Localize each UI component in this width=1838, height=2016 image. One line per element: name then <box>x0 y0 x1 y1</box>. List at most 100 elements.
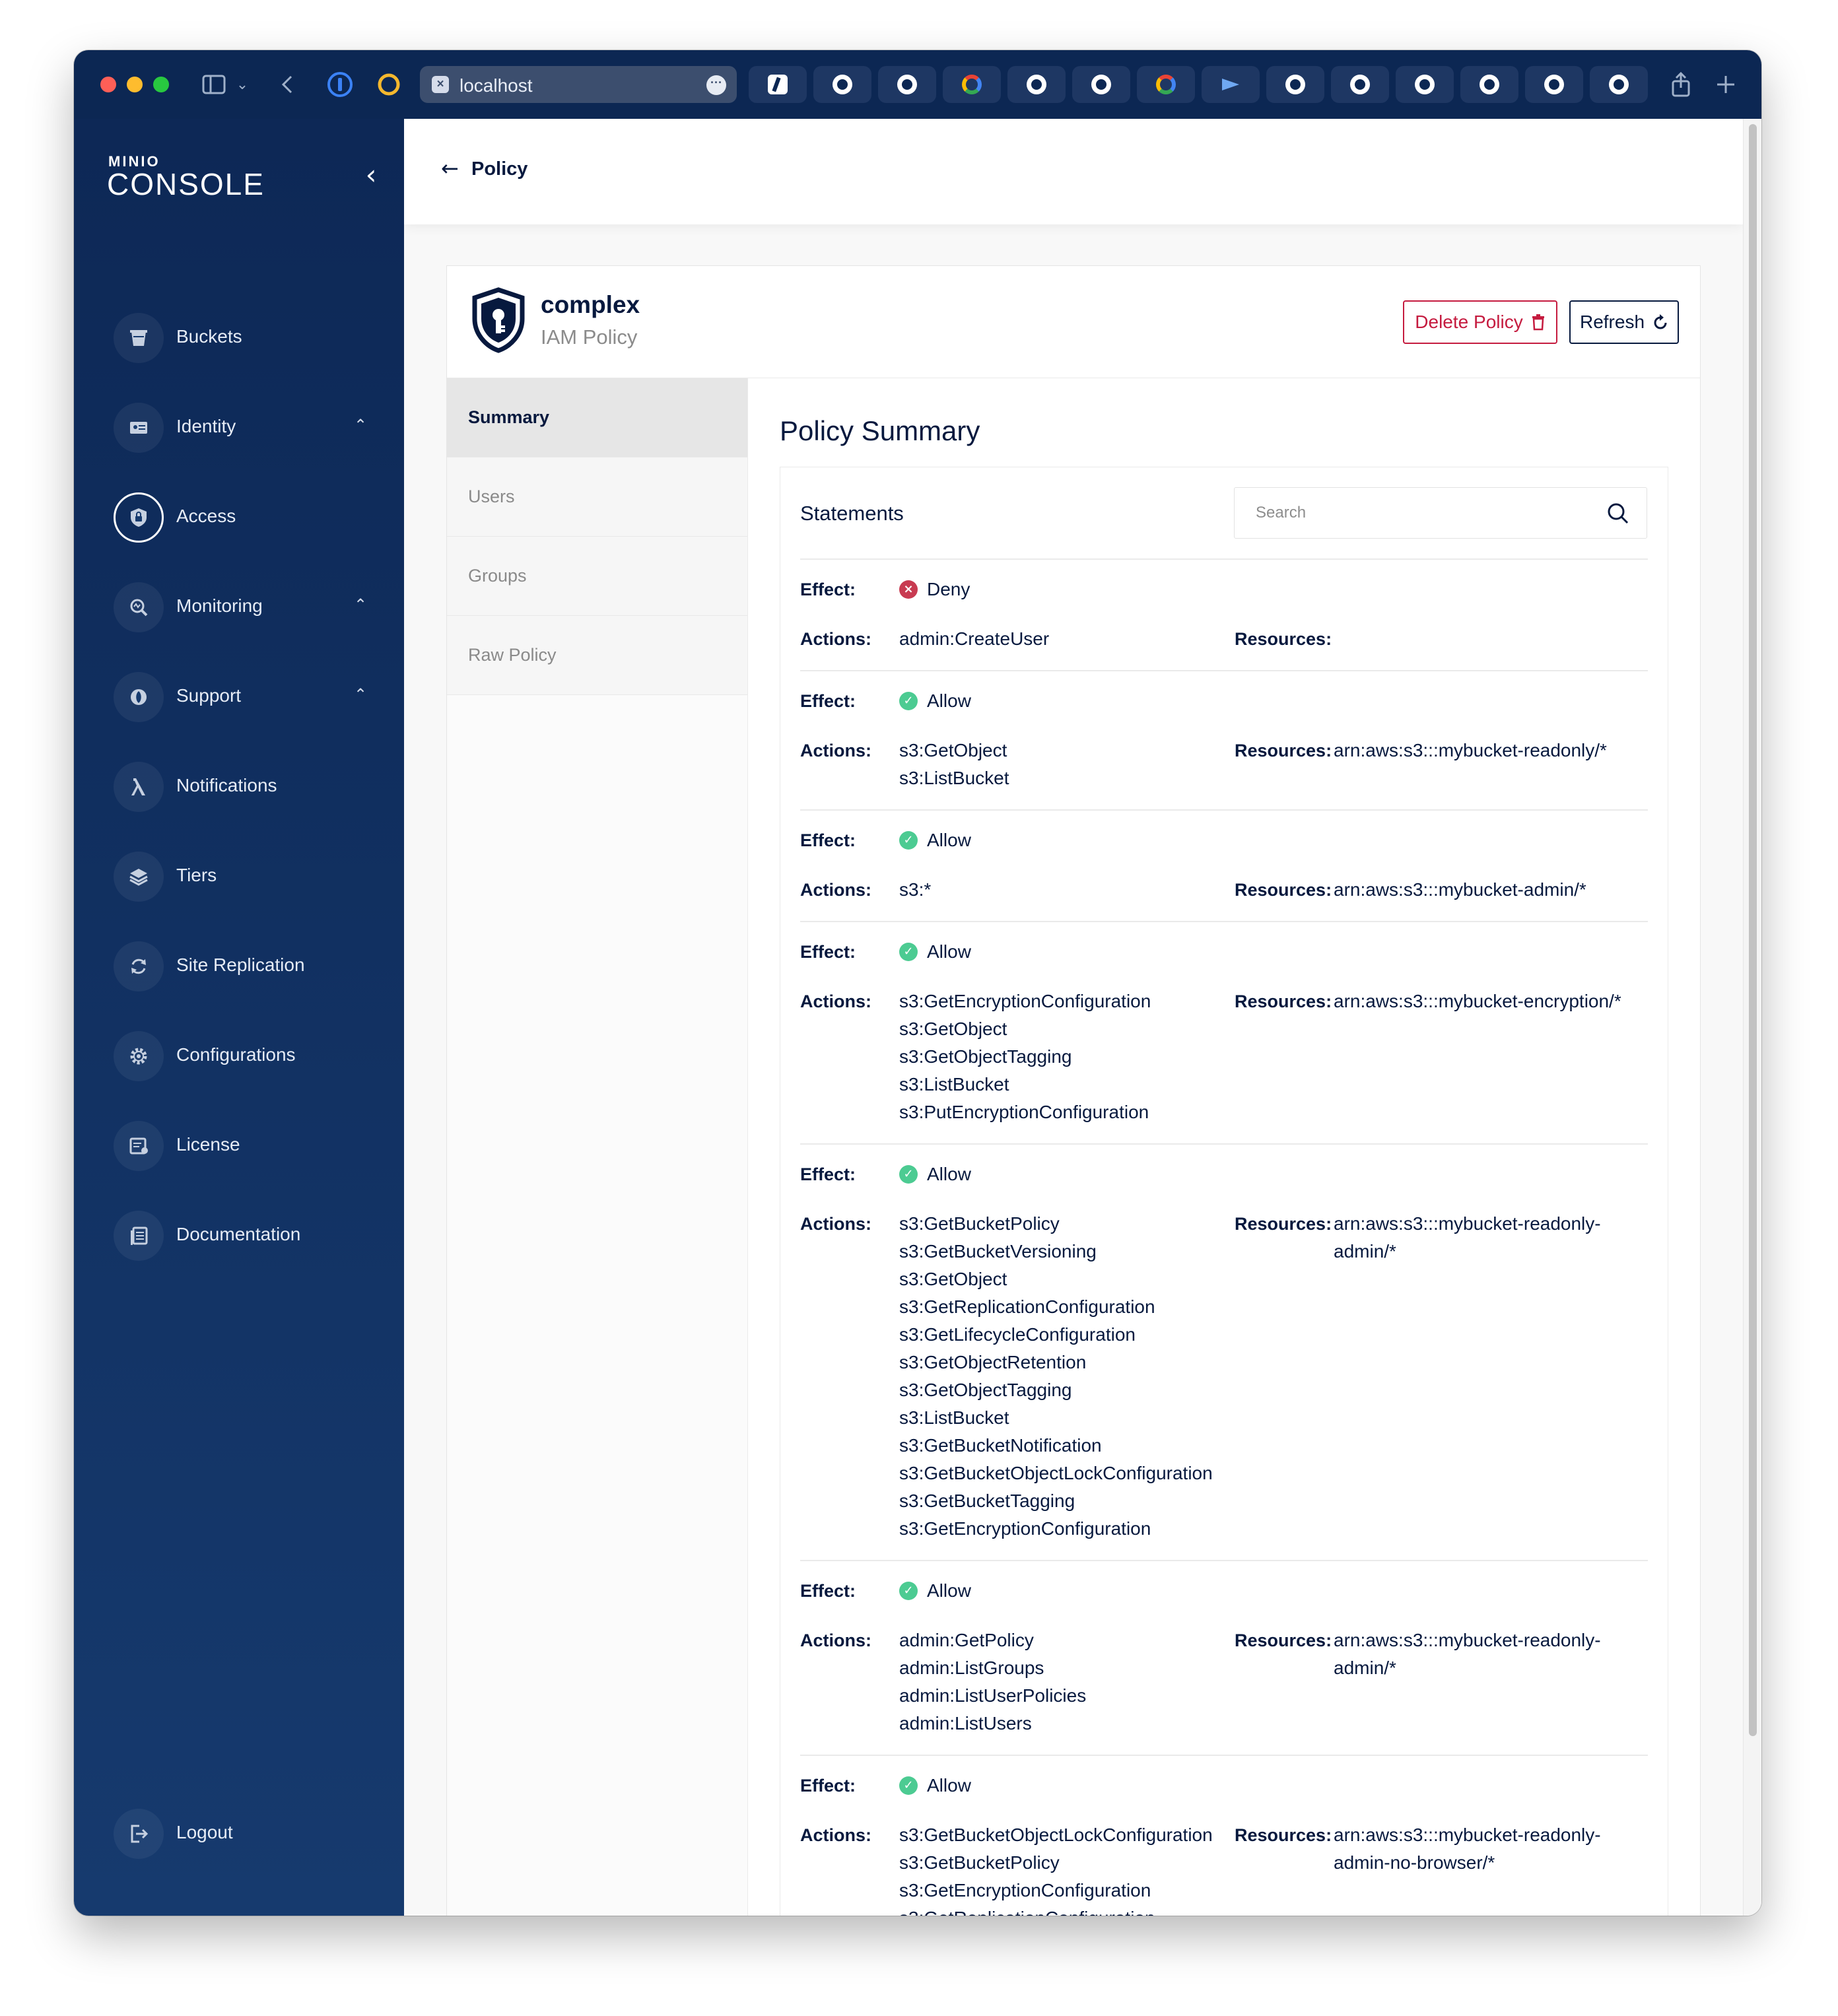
scrollbar-thumb[interactable] <box>1749 124 1757 1736</box>
tab-label: Raw Policy <box>468 645 557 665</box>
chevron-up-icon[interactable]: ⌃ <box>354 685 367 704</box>
resources-list: arn:aws:s3:::mybucket-encryption/* <box>1334 988 1648 1015</box>
action-item: s3:GetReplicationConfiguration <box>899 1904 1235 1916</box>
sidebar-item-site-replication[interactable]: Site Replication <box>74 935 404 998</box>
refresh-button[interactable]: Refresh <box>1569 300 1679 344</box>
browser-tab-github[interactable] <box>1007 66 1066 103</box>
sidebar-item-label: License <box>176 1134 240 1155</box>
sidebar-item-tiers[interactable]: Tiers <box>74 845 404 908</box>
browser-tab-github[interactable] <box>1072 66 1130 103</box>
tab-groups[interactable]: Groups <box>447 537 747 616</box>
new-tab-icon[interactable] <box>1713 69 1739 100</box>
tab-raw-policy[interactable]: Raw Policy <box>447 616 747 695</box>
maximize-window-button[interactable] <box>153 77 169 92</box>
tab-users[interactable]: Users <box>447 457 747 537</box>
action-item: s3:GetEncryptionConfiguration <box>899 991 1151 1011</box>
sidebar-item-label: Monitoring <box>176 595 263 616</box>
sidebar-item-support[interactable]: Support ⌃ <box>74 665 404 729</box>
chevron-down-icon[interactable]: ⌄ <box>232 69 252 100</box>
sidebar-item-license[interactable]: License <box>74 1114 404 1178</box>
chevron-up-icon[interactable]: ⌃ <box>354 416 367 434</box>
policy-summary-title: Policy Summary <box>780 415 980 446</box>
browser-window: ⌄ × localhost ··· MINIO CONSOLE ‹ Bucket… <box>74 50 1761 1916</box>
more-options-icon[interactable]: ··· <box>706 75 726 95</box>
browser-tab-github[interactable] <box>1396 66 1454 103</box>
policy-name: complex <box>541 291 640 318</box>
action-item: s3:GetBucketVersioning <box>899 1241 1097 1261</box>
back-arrow-icon[interactable]: ← <box>441 156 459 181</box>
browser-tab-github[interactable] <box>1266 66 1324 103</box>
browser-tab-github[interactable] <box>813 66 871 103</box>
chevron-up-icon[interactable]: ⌃ <box>354 595 367 614</box>
effect-row: Effect: ✓ Allow <box>800 1160 1648 1188</box>
collapse-sidebar-icon[interactable]: ‹ <box>358 158 384 191</box>
actions-row: Actions: s3:GetBucketObjectLockConfigurat… <box>800 1821 1648 1916</box>
resource-item: arn:aws:s3:::mybucket-readonly-admin-no-… <box>1334 1825 1601 1873</box>
address-bar[interactable]: × localhost ··· <box>420 66 737 103</box>
scrollbar[interactable] <box>1743 119 1761 1916</box>
monitoring-icon <box>114 582 164 632</box>
back-link[interactable]: Policy <box>471 158 528 180</box>
action-item: s3:GetBucketNotification <box>899 1435 1102 1456</box>
browser-tab-github[interactable] <box>1590 66 1648 103</box>
site-favicon-icon: × <box>432 76 449 93</box>
close-window-button[interactable] <box>100 77 116 92</box>
sidebar-item-buckets[interactable]: Buckets <box>74 306 404 370</box>
sidebar: MINIO CONSOLE ‹ Buckets Identity ⌃ Acces… <box>74 119 404 1916</box>
search-box[interactable] <box>1234 487 1647 539</box>
statements-heading: Statements <box>800 502 904 525</box>
resources-label: Resources: <box>1235 629 1332 649</box>
browser-tab-github[interactable] <box>878 66 936 103</box>
back-nav-icon[interactable] <box>277 69 297 100</box>
password-manager-icon[interactable] <box>326 69 354 100</box>
logout-icon <box>114 1809 164 1859</box>
actions-label: Actions: <box>800 629 871 649</box>
lambda-icon <box>114 762 164 812</box>
extension-ring-icon[interactable] <box>375 69 403 100</box>
statements-list: Effect: × Deny Actions: admin:CreateUser Reso… <box>800 558 1648 1916</box>
browser-tab-github[interactable] <box>1525 66 1583 103</box>
sidebar-item-identity[interactable]: Identity ⌃ <box>74 396 404 459</box>
browser-tab-google[interactable] <box>943 66 1001 103</box>
resources-label: Resources: <box>1235 1630 1332 1650</box>
effect-value: ✓ Allow <box>899 938 971 966</box>
browser-tab-bird[interactable] <box>1202 66 1260 103</box>
support-icon <box>114 672 164 722</box>
effect-label: Effect: <box>800 1164 856 1184</box>
tab-summary[interactable]: Summary <box>447 378 747 457</box>
search-input[interactable] <box>1256 504 1599 522</box>
browser-tab-kite[interactable] <box>749 66 807 103</box>
logout-button[interactable]: Logout <box>74 1802 404 1865</box>
minimize-window-button[interactable] <box>127 77 143 92</box>
delete-policy-button[interactable]: Delete Policy <box>1403 300 1557 344</box>
effect-row: Effect: ✓ Allow <box>800 1577 1648 1605</box>
sidebar-item-label: Site Replication <box>176 955 305 975</box>
sidebar-toggle-icon[interactable] <box>201 69 227 100</box>
effect-text: Allow <box>927 1164 971 1184</box>
browser-tab-google[interactable] <box>1137 66 1195 103</box>
sidebar-item-access[interactable]: Access <box>74 486 404 549</box>
actions-list: s3:GetBucketObjectLockConfiguration s3:Ge… <box>899 1821 1235 1916</box>
effect-row: Effect: ✓ Allow <box>800 1772 1648 1799</box>
browser-tab-github[interactable] <box>1331 66 1389 103</box>
policy-tabs: Summary Users Groups Raw Policy <box>447 378 748 1916</box>
sidebar-item-notifications[interactable]: Notifications <box>74 755 404 819</box>
share-icon[interactable] <box>1668 69 1694 100</box>
allow-check-icon: ✓ <box>899 1165 918 1184</box>
actions-list: s3:GetObject s3:ListBucket <box>899 737 1235 792</box>
github-icon <box>1544 75 1564 94</box>
actions-label: Actions: <box>800 991 871 1011</box>
actions-row: Actions: s3:GetObject s3:ListBucket Resourc… <box>800 737 1648 792</box>
action-item: s3:ListBucket <box>899 768 1009 788</box>
search-icon[interactable] <box>1606 501 1631 526</box>
resources-list: arn:aws:s3:::mybucket-readonly-admin/* <box>1334 1210 1648 1265</box>
sidebar-item-monitoring[interactable]: Monitoring ⌃ <box>74 576 404 639</box>
license-icon <box>114 1121 164 1171</box>
statement-item: Effect: ✓ Allow Actions: s3:GetBucketObjectL… <box>800 1755 1648 1916</box>
identity-card-icon <box>114 403 164 453</box>
trash-icon <box>1532 314 1544 331</box>
sidebar-item-configurations[interactable]: Configurations <box>74 1025 404 1088</box>
sidebar-item-documentation[interactable]: Documentation <box>74 1204 404 1267</box>
browser-tab-github[interactable] <box>1460 66 1518 103</box>
action-item: s3:GetEncryptionConfiguration <box>899 1880 1151 1900</box>
